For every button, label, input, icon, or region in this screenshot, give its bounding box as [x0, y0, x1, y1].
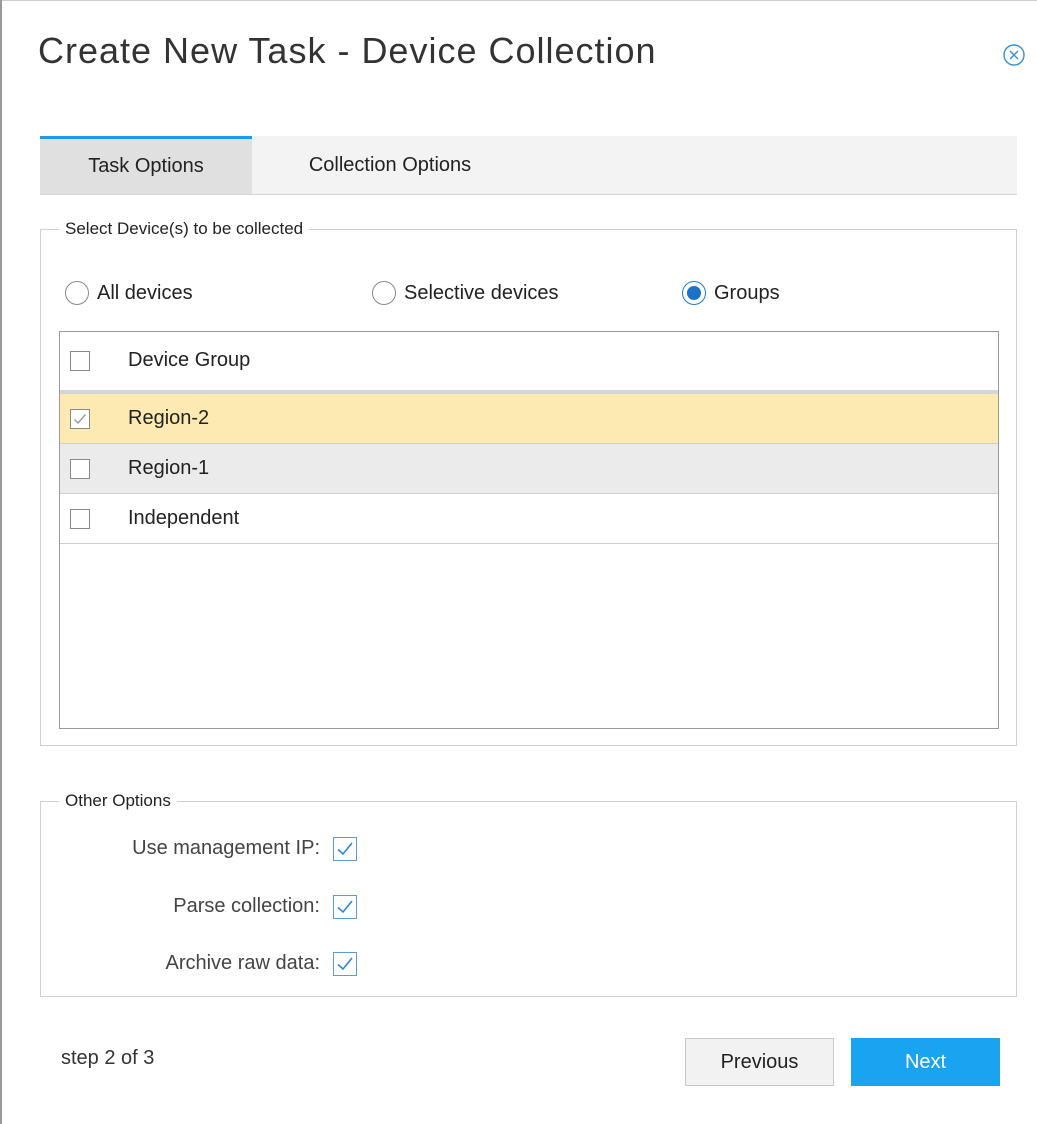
- device-selection-legend: Select Device(s) to be collected: [59, 219, 310, 239]
- row-checkbox[interactable]: [70, 459, 90, 479]
- row-label: Independent: [128, 507, 240, 529]
- row-checkbox[interactable]: [70, 509, 90, 529]
- table-row[interactable]: Region-2: [60, 394, 998, 444]
- next-button[interactable]: Next: [851, 1038, 1000, 1086]
- parse-collection-label: Parse collection:: [173, 895, 320, 917]
- radio-all-devices-label: All devices: [97, 281, 193, 304]
- radio-selective-devices-circle[interactable]: [372, 281, 396, 305]
- checkmark-icon: [74, 414, 87, 425]
- archive-raw-data-checkbox[interactable]: [333, 952, 357, 976]
- archive-raw-data-label: Archive raw data:: [165, 952, 320, 974]
- radio-all-devices-circle[interactable]: [65, 281, 89, 305]
- tab-bar: Task Options Collection Options: [40, 136, 1017, 195]
- row-label: Region-2: [128, 407, 210, 429]
- table-row[interactable]: Region-1: [60, 444, 998, 494]
- radio-groups[interactable]: Groups: [682, 278, 780, 308]
- radio-groups-circle[interactable]: [682, 281, 706, 305]
- radio-all-devices[interactable]: All devices: [65, 278, 193, 308]
- row-label: Region-1: [128, 457, 210, 479]
- previous-button[interactable]: Previous: [685, 1038, 834, 1086]
- window-top-border: [0, 0, 1037, 1]
- table-row[interactable]: Independent: [60, 494, 998, 544]
- row-checkbox[interactable]: [70, 409, 90, 429]
- column-header-device-group: Device Group: [128, 349, 251, 371]
- radio-groups-label: Groups: [714, 281, 780, 304]
- tab-collection-options[interactable]: Collection Options: [252, 136, 528, 194]
- radio-selective-devices-label: Selective devices: [404, 281, 559, 304]
- select-all-checkbox[interactable]: [70, 351, 90, 371]
- tab-task-options[interactable]: Task Options: [40, 136, 252, 194]
- checkmark-icon: [337, 900, 353, 914]
- use-management-ip-label: Use management IP:: [132, 837, 320, 859]
- radio-selective-devices[interactable]: Selective devices: [372, 278, 559, 308]
- close-icon[interactable]: [1003, 44, 1025, 66]
- window-left-border: [0, 0, 2, 1124]
- other-options-legend: Other Options: [59, 791, 177, 811]
- use-management-ip-checkbox[interactable]: [333, 837, 357, 861]
- checkmark-icon: [337, 957, 353, 971]
- parse-collection-checkbox[interactable]: [333, 895, 357, 919]
- device-group-grid: Device Group Region-2 Region-1 Independe…: [59, 331, 999, 729]
- checkmark-icon: [337, 842, 353, 856]
- grid-header: Device Group: [60, 332, 998, 394]
- dialog-title: Create New Task - Device Collection: [38, 30, 657, 71]
- step-indicator: step 2 of 3: [61, 1047, 155, 1069]
